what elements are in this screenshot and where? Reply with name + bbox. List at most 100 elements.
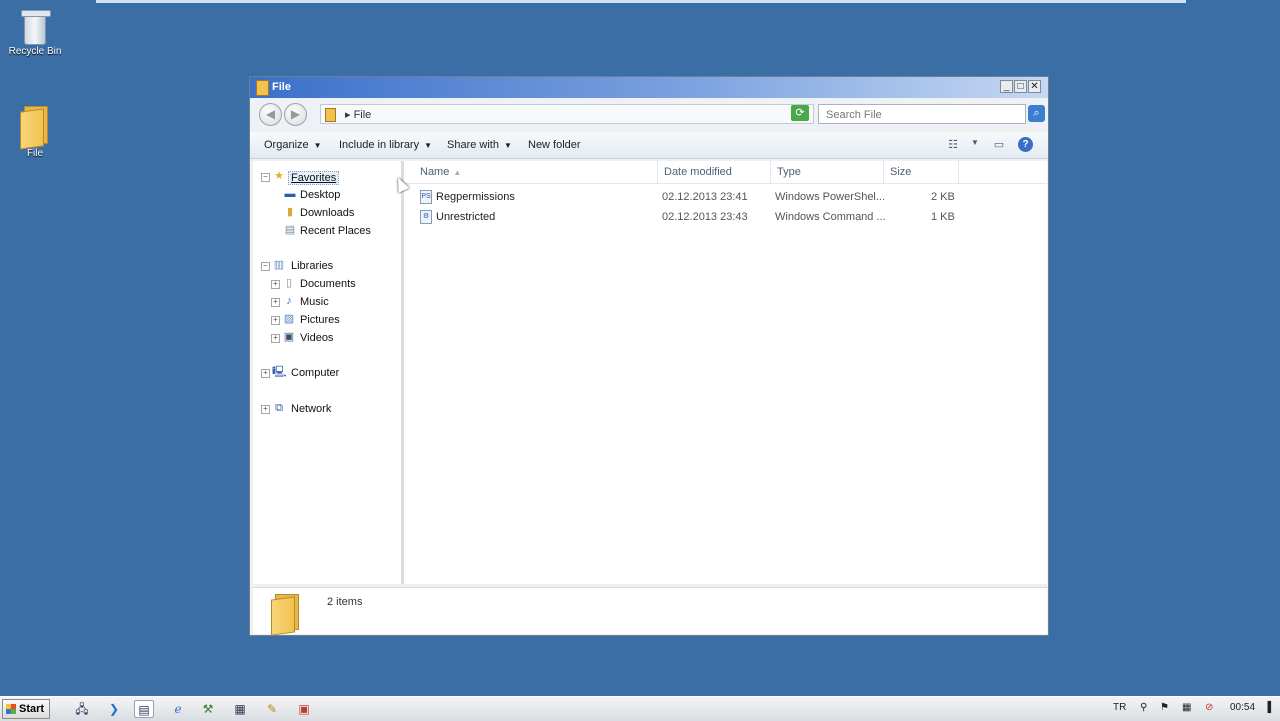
clock[interactable]: 00:54 [1230,702,1255,713]
column-header-date[interactable]: Date modified [658,161,771,183]
powershell-script-icon: PS [420,190,432,204]
nav-pictures[interactable]: + ▨ Pictures [271,313,391,329]
expand-icon[interactable]: + [261,369,270,378]
network-tray-icon[interactable]: ▦ [1182,702,1191,713]
forward-button[interactable]: ▶ [284,103,307,126]
explorer-window: File _ □ ✕ ◀ ▶ ▸ File ▼ ⟳ ⌕ Organize ▼ In… [249,76,1049,636]
expand-icon[interactable]: + [261,405,270,414]
chevron-down-icon: ▼ [503,141,512,150]
view-options-icon[interactable]: ☷ [946,138,960,151]
nav-documents[interactable]: + ▯ Documents [271,277,391,293]
organize-menu[interactable]: Organize ▼ [264,139,322,151]
include-label: Include in library [339,139,420,151]
action-center-flag-icon[interactable]: ⚑ [1160,702,1169,713]
music-icon: ♪ [286,295,292,307]
downloads-folder-icon: ▮ [286,206,294,218]
file-date: 02.12.2013 23:43 [662,211,748,223]
task-scheduler-icon[interactable]: ▦ [230,700,250,718]
file-type: Windows PowerShel... [775,191,886,203]
column-label: Date modified [664,166,732,178]
explorer-icon[interactable]: ▤ [134,700,154,718]
back-button[interactable]: ◀ [259,103,282,126]
videos-icon: ▣ [283,331,295,343]
nav-label: Computer [291,367,340,379]
minimize-button[interactable]: _ [1000,80,1013,93]
title-bar[interactable]: File _ □ ✕ [250,77,1048,98]
file-type: Windows Command ... [775,211,886,223]
address-row: ◀ ▶ ▸ File ▼ ⟳ ⌕ [250,99,1048,129]
pictures-icon: ▨ [283,313,295,325]
table-row[interactable]: ⚙ Unrestricted 02.12.2013 23:43 Windows … [404,208,1047,228]
desktop-icon-file-folder[interactable]: File [0,98,70,159]
column-header-row: Name ▲ Date modified Type Size [404,161,1047,184]
input-indicator-icon[interactable]: ⚲ [1140,702,1147,713]
windows-logo-icon [6,704,16,714]
desktop-icon: ▬ [284,188,296,200]
file-name: Regpermissions [436,191,515,203]
command-bar: Organize ▼ Include in library ▼ Share with… [250,132,1048,159]
nav-label: Desktop [300,189,341,201]
expand-icon[interactable]: + [271,298,280,307]
nav-label: Recent Places [300,225,371,237]
column-header-name[interactable]: Name ▲ [414,161,658,183]
preview-pane-icon[interactable]: ▭ [992,138,1006,151]
table-row[interactable]: PS Regpermissions 02.12.2013 23:41 Windo… [404,188,1047,208]
close-button[interactable]: ✕ [1028,80,1041,93]
expand-icon[interactable]: + [271,334,280,343]
file-size: 2 KB [931,191,955,203]
documents-icon: ▯ [285,277,293,289]
include-in-library-menu[interactable]: Include in library ▼ [339,139,432,151]
column-header-size[interactable]: Size [884,161,959,183]
browser-icon[interactable]: ℯ [168,700,188,718]
top-window-edge [96,0,1186,3]
refresh-icon[interactable]: ⟳ [791,105,809,121]
search-input[interactable] [824,106,1008,124]
recent-places-icon: ▤ [284,224,296,236]
column-label: Size [890,166,912,178]
libraries-icon: ▥ [273,259,285,271]
nav-label: Pictures [300,314,340,326]
nav-desktop[interactable]: ▬ Desktop [283,188,393,204]
folder-icon [256,80,269,96]
help-icon[interactable]: ? [1018,137,1033,152]
nav-music[interactable]: + ♪ Music [271,295,391,311]
nav-favorites[interactable]: − ★ Favorites [261,170,391,186]
nav-libraries[interactable]: − ▥ Libraries [261,259,391,275]
column-label: Type [777,166,801,178]
expand-icon[interactable]: + [271,280,280,289]
notepad-icon[interactable]: ✎ [262,700,282,718]
new-folder-button[interactable]: New folder [528,139,581,151]
nav-network[interactable]: + ⧉ Network [261,402,391,418]
search-box[interactable] [818,104,1026,124]
collapse-icon[interactable]: − [261,262,270,271]
nav-downloads[interactable]: ▮ Downloads [283,206,393,222]
share-with-menu[interactable]: Share with ▼ [447,139,512,151]
chevron-down-icon[interactable]: ▼ [968,138,982,150]
file-date: 02.12.2013 23:41 [662,191,748,203]
language-indicator[interactable]: TR [1113,702,1126,713]
network-tool-icon[interactable]: ⚒ [198,700,218,718]
desktop-icon-label: Recycle Bin [8,46,62,57]
address-bar[interactable]: ▸ File ▼ [320,104,814,124]
powershell-icon[interactable]: ❯ [104,700,124,718]
nav-computer[interactable]: + 🖳 Computer [261,366,391,382]
nav-videos[interactable]: + ▣ Videos [271,331,391,347]
show-desktop-button[interactable]: ▐ [1264,702,1271,713]
expand-icon[interactable]: + [271,316,280,325]
desktop-icon-recycle-bin[interactable]: Recycle Bin [0,0,70,57]
folder-icon [271,594,301,636]
column-header-type[interactable]: Type [771,161,884,183]
search-icon[interactable]: ⌕ [1028,105,1045,122]
start-button[interactable]: Start [2,699,50,719]
chevron-down-icon: ▼ [424,141,433,150]
file-list-pane: Name ▲ Date modified Type Size PS Regperm… [404,161,1047,584]
maximize-button[interactable]: □ [1014,80,1027,93]
media-icon[interactable]: ▣ [294,700,314,718]
window-title: File [272,81,291,93]
recycle-bin-icon [21,8,51,45]
collapse-icon[interactable]: − [261,173,270,182]
server-manager-icon[interactable]: 🖧 [72,700,92,718]
file-size: 1 KB [931,211,955,223]
nav-recent-places[interactable]: ▤ Recent Places [283,224,393,240]
volume-muted-icon[interactable]: ⊘ [1205,702,1213,713]
